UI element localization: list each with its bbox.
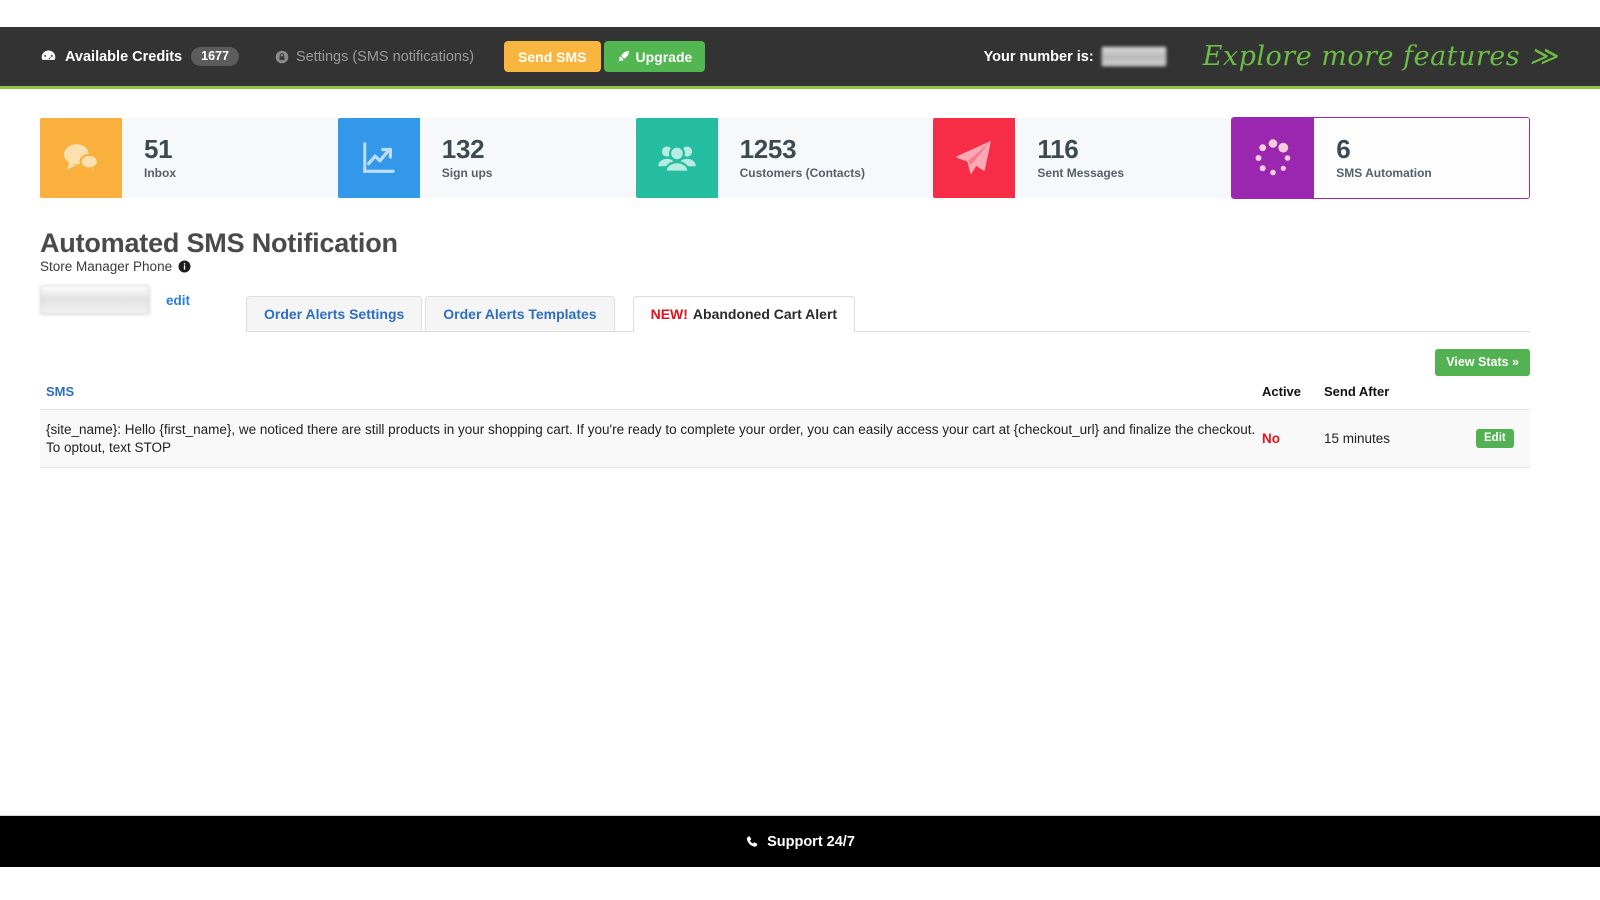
stat-card-label-customers: Customers (Contacts) <box>739 166 865 181</box>
view-stats-button[interactable]: View Stats » <box>1435 349 1530 376</box>
stat-card-body-inbox: 51 Inbox <box>122 118 337 198</box>
available-credits: Available Credits 1677 <box>40 46 239 67</box>
table-cell-sms-text: {site_name}: Hello {first_name}, we noti… <box>46 422 1256 455</box>
tab-abandoned-cart-alert[interactable]: NEW! Abandoned Cart Alert <box>632 296 856 332</box>
support-link[interactable]: Support 24/7 <box>745 834 855 850</box>
stat-card-sms-automation[interactable]: 6 SMS Automation <box>1231 117 1530 199</box>
stat-card-value-customers: 1253 <box>739 133 797 164</box>
stat-cards-row: 51 Inbox 132 Sign ups 1253 Customers (Co… <box>40 117 1530 199</box>
stat-card-body-sms-automation: 6 SMS Automation <box>1314 118 1529 198</box>
tab-new-badge: NEW! <box>650 306 688 322</box>
your-number-label: Your number is: <box>983 48 1094 65</box>
table-header-row: SMS Active Send After <box>40 384 1530 409</box>
edit-row-button[interactable]: Edit <box>1476 428 1514 449</box>
explore-more-features-link[interactable]: Explore more features ≫ <box>1203 41 1558 72</box>
edit-phone-link[interactable]: edit <box>166 293 190 308</box>
stat-card-body-customers: 1253 Customers (Contacts) <box>717 118 933 198</box>
stat-card-value-signups: 132 <box>441 133 485 164</box>
stat-card-icon-sent-messages <box>933 118 1016 198</box>
your-number-value-redacted <box>1100 46 1167 67</box>
top-navigation-bar: Available Credits 1677 Settings (SMS not… <box>0 27 1600 89</box>
table-cell-active: No <box>1262 431 1280 447</box>
credits-badge: 1677 <box>191 46 239 67</box>
page-title: Automated SMS Notification <box>40 228 398 259</box>
stat-card-value-sent-messages: 116 <box>1037 133 1079 164</box>
stat-card-sent-messages[interactable]: 116 Sent Messages <box>933 118 1231 198</box>
tab-order-alerts-settings[interactable]: Order Alerts Settings <box>246 296 423 332</box>
phone-icon <box>745 835 759 849</box>
rocket-icon <box>617 50 630 63</box>
stat-card-label-sms-automation: SMS Automation <box>1336 166 1432 181</box>
store-manager-phone-label-text: Store Manager Phone <box>40 259 173 274</box>
stat-card-icon-inbox <box>40 118 122 198</box>
tab-bar: Order Alerts Settings Order Alerts Templ… <box>246 294 1530 332</box>
tab-abandoned-cart-alert-label: Abandoned Cart Alert <box>692 306 838 322</box>
store-manager-phone-input[interactable] <box>40 285 150 315</box>
upgrade-button[interactable]: Upgrade <box>603 41 706 72</box>
tab-order-alerts-settings-label: Order Alerts Settings <box>264 306 405 322</box>
tab-order-alerts-templates[interactable]: Order Alerts Templates <box>425 296 615 332</box>
column-header-send-after: Send After <box>1324 384 1390 399</box>
table-cell-actions: Edit <box>1476 428 1530 449</box>
stat-card-customers[interactable]: 1253 Customers (Contacts) <box>635 118 933 198</box>
abandoned-cart-alerts-table: SMS Active Send After {site_name}: Hello… <box>40 384 1530 469</box>
lock-icon <box>275 50 289 64</box>
footer-bar: Support 24/7 <box>0 815 1600 867</box>
info-icon[interactable] <box>178 260 191 273</box>
table-cell-send-after: 15 minutes <box>1324 431 1391 447</box>
stat-card-label-inbox: Inbox <box>144 166 176 181</box>
stat-card-icon-sms-automation <box>1232 118 1315 198</box>
column-header-sms[interactable]: SMS <box>40 384 1262 399</box>
support-link-label: Support 24/7 <box>767 833 855 850</box>
store-manager-phone-label: Store Manager Phone <box>40 259 191 274</box>
tachometer-icon <box>40 48 57 65</box>
stat-card-signups[interactable]: 132 Sign ups <box>337 118 635 198</box>
stat-card-label-signups: Sign ups <box>441 166 493 181</box>
settings-sms-notifications-link[interactable]: Settings (SMS notifications) <box>275 49 474 65</box>
store-manager-phone-row: edit <box>40 285 190 315</box>
send-sms-button[interactable]: Send SMS <box>504 41 601 72</box>
column-header-active: Active <box>1262 384 1302 399</box>
page-root: Available Credits 1677 Settings (SMS not… <box>0 0 1600 900</box>
stat-card-value-sms-automation: 6 <box>1336 133 1351 164</box>
topbar-right-group: Your number is: Explore more features ≫ <box>984 41 1600 72</box>
stat-card-icon-customers <box>635 118 718 198</box>
stat-card-body-signups: 132 Sign ups <box>419 118 635 198</box>
available-credits-label: Available Credits <box>65 48 183 65</box>
upgrade-button-label: Upgrade <box>635 48 693 65</box>
stat-card-value-inbox: 51 <box>144 133 173 164</box>
stat-card-inbox[interactable]: 51 Inbox <box>40 118 337 198</box>
stat-card-body-sent-messages: 116 Sent Messages <box>1015 118 1231 198</box>
stat-card-icon-signups <box>337 118 420 198</box>
stat-card-label-sent-messages: Sent Messages <box>1037 166 1125 181</box>
table-row: {site_name}: Hello {first_name}, we noti… <box>40 409 1530 469</box>
tab-order-alerts-templates-label: Order Alerts Templates <box>443 306 597 322</box>
settings-link-label: Settings (SMS notifications) <box>295 48 475 65</box>
